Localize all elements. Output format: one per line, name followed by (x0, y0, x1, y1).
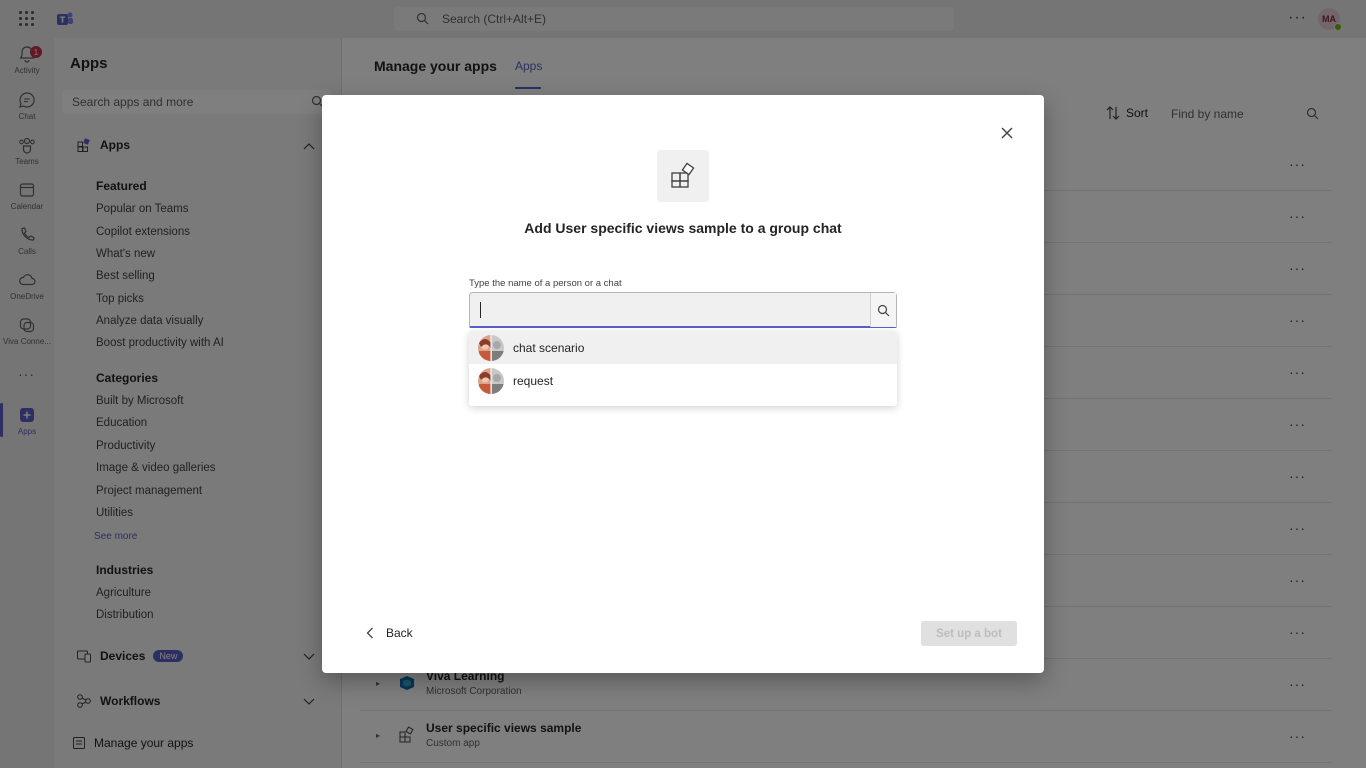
suggestion-label: chat scenario (513, 340, 585, 355)
suggestion-item[interactable]: chat scenario (469, 331, 897, 364)
group-chat-avatar (478, 368, 504, 394)
text-cursor (480, 302, 481, 318)
suggestion-item[interactable]: request (469, 364, 897, 397)
suggestions-dropdown: chat scenario request (469, 331, 897, 406)
custom-app-icon (671, 162, 695, 188)
back-button[interactable]: Back (366, 626, 413, 640)
group-chat-avatar (478, 335, 504, 361)
chevron-left-icon (366, 627, 373, 639)
dialog-title: Add User specific views sample to a grou… (524, 220, 842, 236)
person-or-chat-input[interactable] (469, 292, 897, 328)
suggestion-label: request (513, 373, 554, 388)
set-up-bot-button[interactable]: Set up a bot (921, 621, 1017, 646)
add-to-group-chat-dialog: Add User specific views sample to a grou… (322, 95, 1044, 673)
search-icon (877, 304, 890, 316)
field-label: Type the name of a person or a chat (469, 278, 622, 289)
close-icon[interactable] (998, 124, 1016, 142)
app-logo (657, 150, 709, 202)
back-label: Back (386, 626, 413, 640)
search-button[interactable] (870, 293, 896, 327)
